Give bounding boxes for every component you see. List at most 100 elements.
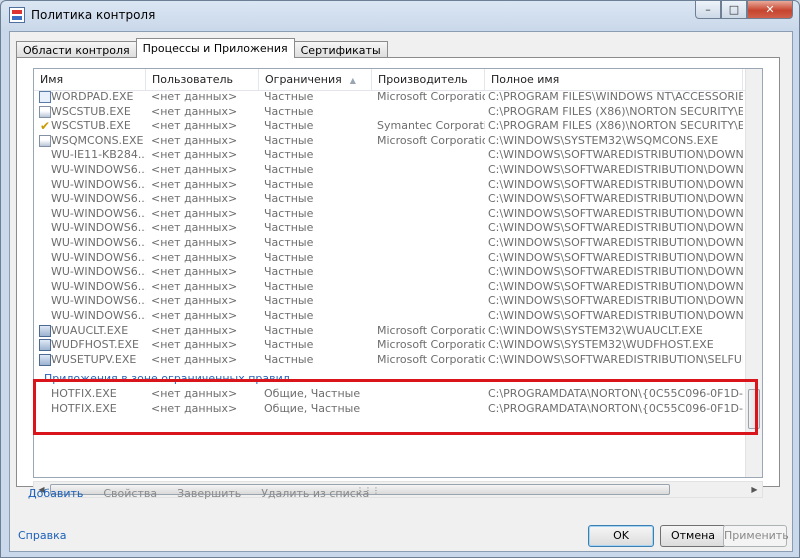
cell-restrictions: Частные [264,308,314,322]
window-icon [39,324,51,337]
tab-certificates[interactable]: Сертификаты [293,41,388,58]
cell-fullname: C:\WINDOWS\SYSTEM32\WUAUCLT.EXE [488,323,703,337]
cell-fullname: C:\WINDOWS\SYSTEM32\WSQMCONS.EXE [488,133,719,147]
list-item[interactable]: WUDFHOST.EXE <нет данных> Частные Microsoft… [34,338,762,353]
list-item[interactable]: WUAUCLT.EXE <нет данных> Частные Microsoft … [34,323,762,339]
list-item[interactable]: WU-WINDOWS6.... <нет данных> Частные C:\WIN… [34,250,760,266]
minimize-button[interactable]: – [695,1,721,19]
list-item[interactable]: WU-IE11-KB284... <нет данных> Частные C:\WI… [34,148,760,163]
cell-user: <нет данных> [151,294,238,308]
close-button[interactable]: ✕ [747,1,793,19]
cell-restrictions: Частные [264,148,314,162]
help-link[interactable]: Справка [18,529,66,542]
list-item[interactable]: ✔ WSCSTUB.EXE <нет данных> Частные Symantec … [34,119,762,134]
cell-name: WU-WINDOWS6.... [51,279,146,293]
tab-control-areas[interactable]: Области контроля [16,41,137,58]
column-header-vendor[interactable]: Производитель [372,69,485,90]
terminate-link[interactable]: Завершить [177,487,241,500]
list-item[interactable]: WU-WINDOWS6.... <нет данных> Частные C:\WIN… [34,177,760,193]
cell-user: <нет данных> [151,279,238,293]
window-icon [39,339,51,352]
properties-link[interactable]: Свойства [103,487,157,500]
tab-processes-apps[interactable]: Процессы и Приложения [135,38,295,58]
list-item[interactable]: WU-WINDOWS6.... <нет данных> Частные C:\WIN… [34,308,760,324]
cell-fullname: C:\WINDOWS\SOFTWAREDISTRIBUTION\DOWNL... [488,148,743,162]
list-item[interactable]: WSQMCONS.EXE <нет данных> Частные Microsoft… [34,133,762,149]
list-item[interactable]: WU-WINDOWS6.... <нет данных> Частные C:\WIN… [34,192,760,207]
cell-restrictions: Частные [264,338,314,352]
cell-restrictions: Частные [264,206,314,220]
cell-restrictions: Частные [264,279,314,293]
window-title: Политика контроля [31,8,156,22]
cell-restrictions: Частные [264,265,314,279]
cell-restrictions: Частные [264,323,314,337]
cell-fullname: C:\WINDOWS\SOFTWAREDISTRIBUTION\DOWNL... [488,279,743,293]
column-header-fullname[interactable]: Полное имя [485,69,743,90]
column-header-name[interactable]: Имя [34,69,146,90]
list-item[interactable]: WU-WINDOWS6.... <нет данных> Частные C:\WIN… [34,221,760,236]
sort-ascending-icon: ▲ [349,76,356,85]
cell-name: WSCSTUB.EXE [51,104,131,118]
cell-name: WU-WINDOWS6.... [51,294,146,308]
cell-name: WSCSTUB.EXE [51,119,131,133]
column-restrictions-label: Ограничения [265,73,342,86]
list-item[interactable]: WU-WINDOWS6.... <нет данных> Частные C:\WIN… [34,279,760,295]
cell-fullname: C:\PROGRAM FILES (X86)\NORTON SECURITY\E… [488,104,743,118]
cell-user: <нет данных> [151,90,238,103]
cell-name: WU-WINDOWS6.... [51,221,146,235]
cell-fullname: C:\WINDOWS\SOFTWAREDISTRIBUTION\DOWNL... [488,177,743,191]
app-icon [39,134,51,147]
cell-vendor [377,207,485,222]
column-vendor-label: Производитель [378,73,468,86]
cell-vendor [377,105,485,120]
cell-restrictions: Частные [264,90,314,103]
list-item[interactable]: WU-WINDOWS6.... <нет данных> Частные C:\WIN… [34,294,760,309]
app-icon [39,105,51,118]
list-item[interactable]: WORDPAD.EXE <нет данных> Частные Microsoft … [34,90,762,105]
remove-from-list-link[interactable]: Удалить из списка [261,487,369,500]
cell-fullname: C:\WINDOWS\SOFTWAREDISTRIBUTION\DOWNL... [488,265,743,279]
cell-user: <нет данных> [151,338,238,352]
cell-vendor: Microsoft Corporation [377,352,485,366]
action-links: Добавить Свойства Завершить Удалить из с… [28,487,369,500]
cell-name: WUDFHOST.EXE [51,338,139,352]
cell-name: WU-WINDOWS6.... [51,192,146,206]
list-item[interactable]: WSCSTUB.EXE <нет данных> Частные C:\PROGRAM… [34,104,762,120]
column-header-restrictions[interactable]: Ограничения ▲ [259,69,372,90]
cell-restrictions: Частные [264,192,314,206]
list-item[interactable]: WU-WINDOWS6.... <нет данных> Частные C:\WIN… [34,162,760,178]
cell-name: WUAUCLT.EXE [51,323,129,337]
column-header-user[interactable]: Пользователь [146,69,259,90]
scroll-right-icon[interactable]: ▶ [747,483,762,496]
cell-vendor [377,265,485,280]
minimize-icon: – [705,3,711,16]
close-icon: ✕ [765,3,775,16]
list-item[interactable]: WU-WINDOWS6.... <нет данных> Частные C:\WIN… [34,265,760,280]
column-name-label: Имя [40,73,64,86]
window-controls: – □ ✕ [695,1,793,21]
list-rows: WORDPAD.EXE <нет данных> Частные Microsoft … [34,90,762,416]
cancel-button[interactable]: Отмена [660,525,726,547]
list-item[interactable]: WU-WINDOWS6.... <нет данных> Частные C:\WIN… [34,206,760,222]
ok-button[interactable]: OK [588,525,654,547]
title-bar[interactable]: Политика контроля – □ ✕ [1,1,799,29]
cell-fullname: C:\WINDOWS\SOFTWAREDISTRIBUTION\DOWNL... [488,250,743,264]
list-item[interactable]: WU-WINDOWS6.... <нет данных> Частные C:\WIN… [34,236,760,251]
cell-vendor [377,192,485,207]
cell-vendor [377,221,485,236]
list-item[interactable]: WUSETUPV.EXE <нет данных> Частные Microsoft… [34,352,762,368]
cell-user: <нет данных> [151,162,238,176]
main-window: Политика контроля – □ ✕ Области контроля… [0,0,800,558]
cell-fullname: C:\WINDOWS\SOFTWAREDISTRIBUTION\DOWNL... [488,308,743,322]
cell-fullname: C:\WINDOWS\SOFTWAREDISTRIBUTION\DOWNL... [488,162,743,176]
cell-fullname: C:\WINDOWS\SOFTWAREDISTRIBUTION\DOWNL... [488,192,743,206]
check-icon: ✔ [39,119,51,134]
cell-fullname: C:\WINDOWS\SOFTWAREDISTRIBUTION\DOWNL... [488,206,743,220]
cell-vendor: Microsoft Corporation [377,133,485,147]
cell-fullname: C:\WINDOWS\SOFTWAREDISTRIBUTION\DOWNL... [488,221,743,235]
cell-name: WU-WINDOWS6.... [51,250,146,264]
add-link[interactable]: Добавить [28,487,83,500]
cell-vendor: Microsoft Corporation [377,323,485,337]
maximize-button[interactable]: □ [721,1,747,19]
apply-button[interactable]: Применить [723,525,789,547]
